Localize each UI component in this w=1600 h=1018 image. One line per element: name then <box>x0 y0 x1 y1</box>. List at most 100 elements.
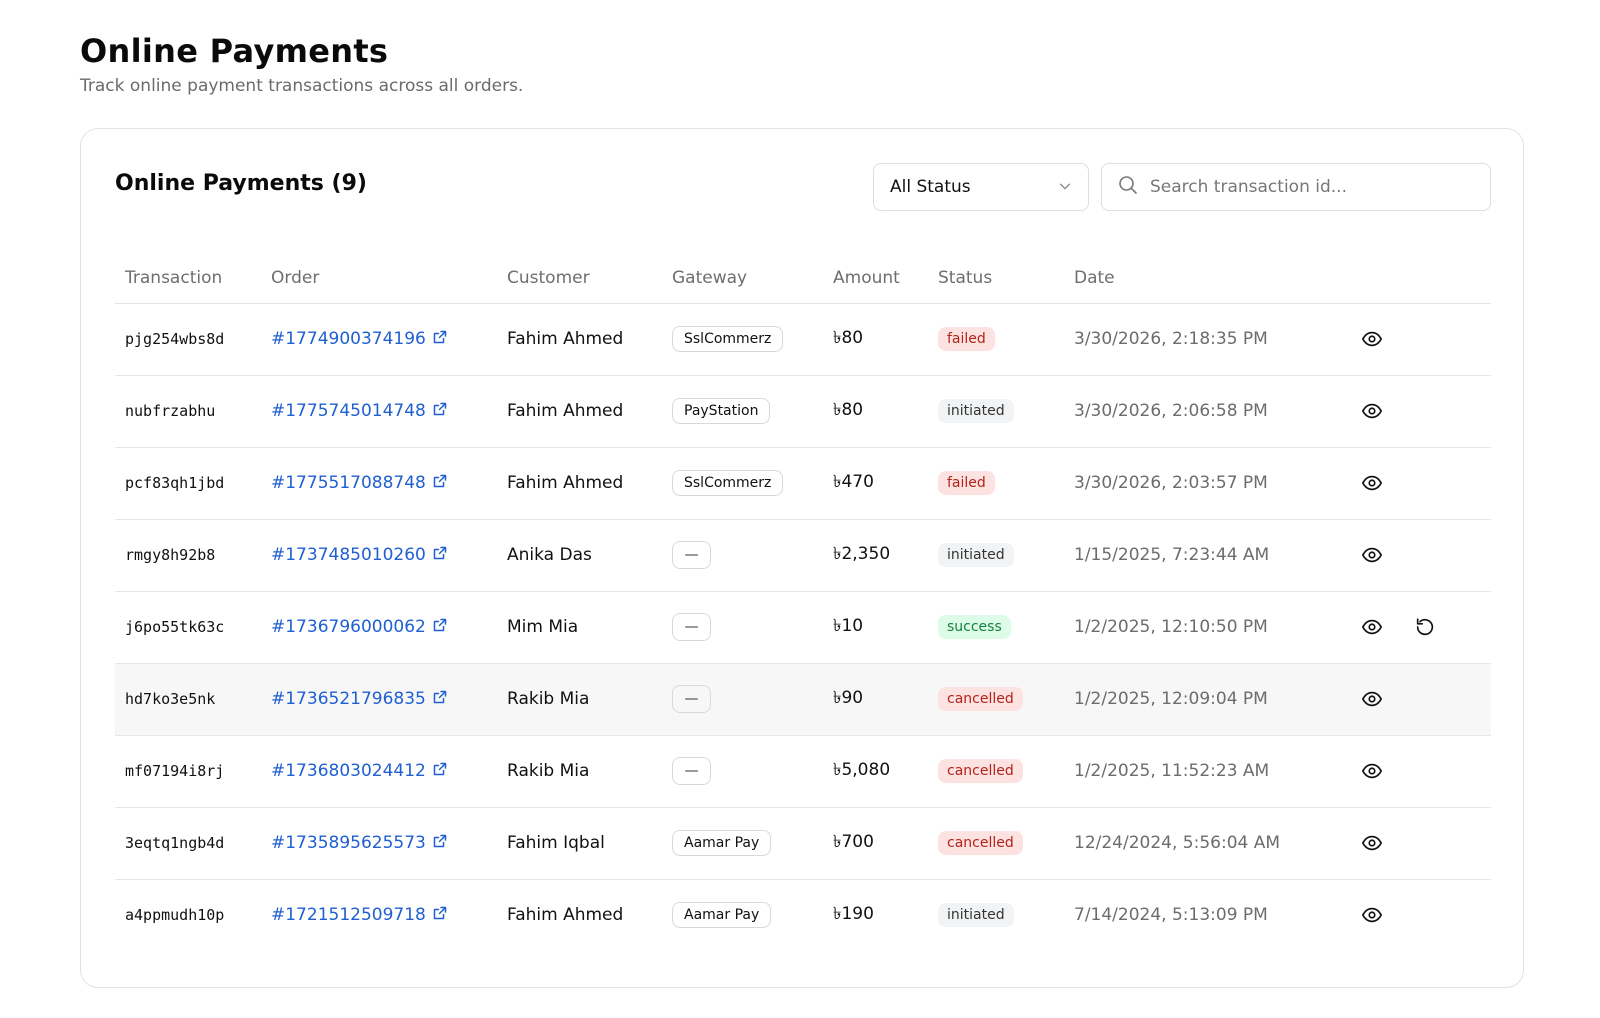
gateway-badge: Aamar Pay <box>672 902 772 929</box>
order-link[interactable]: #1775745014748 <box>271 401 448 422</box>
rotate-ccw-icon[interactable] <box>1405 607 1445 647</box>
order-number: #1736803024412 <box>271 761 426 781</box>
order-number: #1775745014748 <box>271 401 426 421</box>
column-header-transaction: Transaction <box>115 253 261 304</box>
order-link[interactable]: #1735895625573 <box>271 833 448 854</box>
table-row[interactable]: j6po55tk63c #1736796000062 Mim Mia — ৳10 succ… <box>115 591 1491 664</box>
transaction-date: 3/30/2026, 2:03:57 PM <box>1074 473 1268 493</box>
payments-table-wrapper: Transaction Order Customer Gateway Amoun… <box>115 253 1491 951</box>
table-row[interactable]: rmgy8h92b8 #1737485010260 Anika Das — ৳2,350… <box>115 519 1491 592</box>
order-link[interactable]: #1736796000062 <box>271 617 448 638</box>
customer-name: Fahim Ahmed <box>507 401 624 421</box>
eye-icon[interactable] <box>1352 895 1392 935</box>
amount: ৳470 <box>833 472 874 492</box>
transaction-date: 3/30/2026, 2:06:58 PM <box>1074 401 1268 421</box>
eye-icon[interactable] <box>1352 823 1392 863</box>
order-number: #1775517088748 <box>271 473 426 493</box>
order-link[interactable]: #1775517088748 <box>271 473 448 494</box>
row-actions <box>1344 607 1491 647</box>
row-actions <box>1344 679 1491 719</box>
table-body: pjg254wbs8d #1774900374196 Fahim Ahmed SslC… <box>115 303 1491 951</box>
status-badge: cancelled <box>938 759 1023 783</box>
external-link-icon <box>432 545 448 566</box>
customer-name: Mim Mia <box>507 617 579 637</box>
customer-name: Fahim Ahmed <box>507 473 624 493</box>
amount: ৳2,350 <box>833 544 891 564</box>
transaction-date: 1/15/2025, 7:23:44 AM <box>1074 545 1270 565</box>
eye-icon[interactable] <box>1352 319 1392 359</box>
row-actions <box>1344 823 1491 863</box>
transaction-id: pcf83qh1jbd <box>125 474 225 492</box>
external-link-icon <box>432 617 448 638</box>
eye-icon[interactable] <box>1352 391 1392 431</box>
external-link-icon <box>432 761 448 782</box>
column-header-gateway: Gateway <box>662 253 823 304</box>
transaction-id: 3eqtq1ngb4d <box>125 834 225 852</box>
external-link-icon <box>432 833 448 854</box>
payments-card: Online Payments (9) All Status Transacti… <box>80 128 1524 988</box>
transaction-date: 3/30/2026, 2:18:35 PM <box>1074 329 1268 349</box>
transaction-date: 7/14/2024, 5:13:09 PM <box>1074 905 1268 926</box>
order-link[interactable]: #1737485010260 <box>271 545 448 566</box>
row-actions <box>1344 463 1491 503</box>
transaction-id: nubfrzabhu <box>125 402 216 420</box>
table-row[interactable]: pjg254wbs8d #1774900374196 Fahim Ahmed SslC… <box>115 303 1491 376</box>
gateway-badge: — <box>672 757 711 785</box>
table-row[interactable]: mf07194i8rj #1736803024412 Rakib Mia — ৳5,08… <box>115 735 1491 808</box>
row-actions <box>1344 535 1491 575</box>
column-header-actions <box>1334 253 1491 304</box>
external-link-icon <box>432 329 448 350</box>
amount: ৳80 <box>833 400 864 420</box>
eye-icon[interactable] <box>1352 679 1392 719</box>
order-link[interactable]: #1736803024412 <box>271 761 448 782</box>
transaction-date: 12/24/2024, 5:56:04 AM <box>1074 833 1281 853</box>
order-link[interactable]: #1721512509718 <box>271 905 448 926</box>
amount: ৳700 <box>833 832 874 852</box>
table-row[interactable]: pcf83qh1jbd #1775517088748 Fahim Ahmed SslC… <box>115 447 1491 520</box>
status-badge: cancelled <box>938 687 1023 711</box>
external-link-icon <box>432 905 448 926</box>
eye-icon[interactable] <box>1352 463 1392 503</box>
row-actions <box>1344 751 1491 791</box>
transaction-id: hd7ko3e5nk <box>125 690 216 708</box>
customer-name: Fahim Iqbal <box>507 833 605 853</box>
status-badge: initiated <box>938 903 1014 928</box>
customer-name: Anika Das <box>507 545 592 565</box>
transaction-id: pjg254wbs8d <box>125 330 225 348</box>
gateway-badge: — <box>672 685 711 713</box>
eye-icon[interactable] <box>1352 535 1392 575</box>
chevron-down-icon <box>1058 178 1072 197</box>
eye-icon[interactable] <box>1352 607 1392 647</box>
amount: ৳80 <box>833 328 864 348</box>
status-badge: failed <box>938 327 995 351</box>
customer-name: Rakib Mia <box>507 761 590 781</box>
table-row[interactable]: a4ppmudh10p #1721512509718 Fahim Ahmed Aama… <box>115 879 1491 951</box>
table-row[interactable]: nubfrzabhu #1775745014748 Fahim Ahmed PaySt… <box>115 375 1491 448</box>
transaction-date: 1/2/2025, 12:09:04 PM <box>1074 689 1268 709</box>
transaction-id: mf07194i8rj <box>125 762 225 780</box>
eye-icon[interactable] <box>1352 751 1392 791</box>
transaction-date: 1/2/2025, 12:10:50 PM <box>1074 617 1268 637</box>
customer-name: Rakib Mia <box>507 689 590 709</box>
amount: ৳90 <box>833 688 864 708</box>
page: Online Payments Track online payment tra… <box>80 30 1524 988</box>
order-link[interactable]: #1736521796835 <box>271 689 448 710</box>
gateway-badge: PayStation <box>672 398 771 424</box>
transaction-id: a4ppmudh10p <box>125 906 225 925</box>
amount: ৳5,080 <box>833 760 891 780</box>
status-badge: initiated <box>938 399 1014 423</box>
status-filter-select[interactable]: All Status <box>873 163 1089 211</box>
column-header-status: Status <box>928 253 1064 304</box>
search-input[interactable] <box>1150 177 1470 197</box>
transaction-id: j6po55tk63c <box>125 618 225 636</box>
order-link[interactable]: #1774900374196 <box>271 329 448 350</box>
column-header-date: Date <box>1064 253 1334 304</box>
order-number: #1774900374196 <box>271 329 426 349</box>
row-actions <box>1344 895 1491 935</box>
gateway-badge: — <box>672 541 711 569</box>
table-row[interactable]: 3eqtq1ngb4d #1735895625573 Fahim Iqbal Aama… <box>115 807 1491 880</box>
gateway-badge: — <box>672 613 711 641</box>
gateway-badge: SslCommerz <box>672 326 784 352</box>
status-badge: cancelled <box>938 831 1023 855</box>
table-row[interactable]: hd7ko3e5nk #1736521796835 Rakib Mia — ৳90 can… <box>115 663 1491 736</box>
